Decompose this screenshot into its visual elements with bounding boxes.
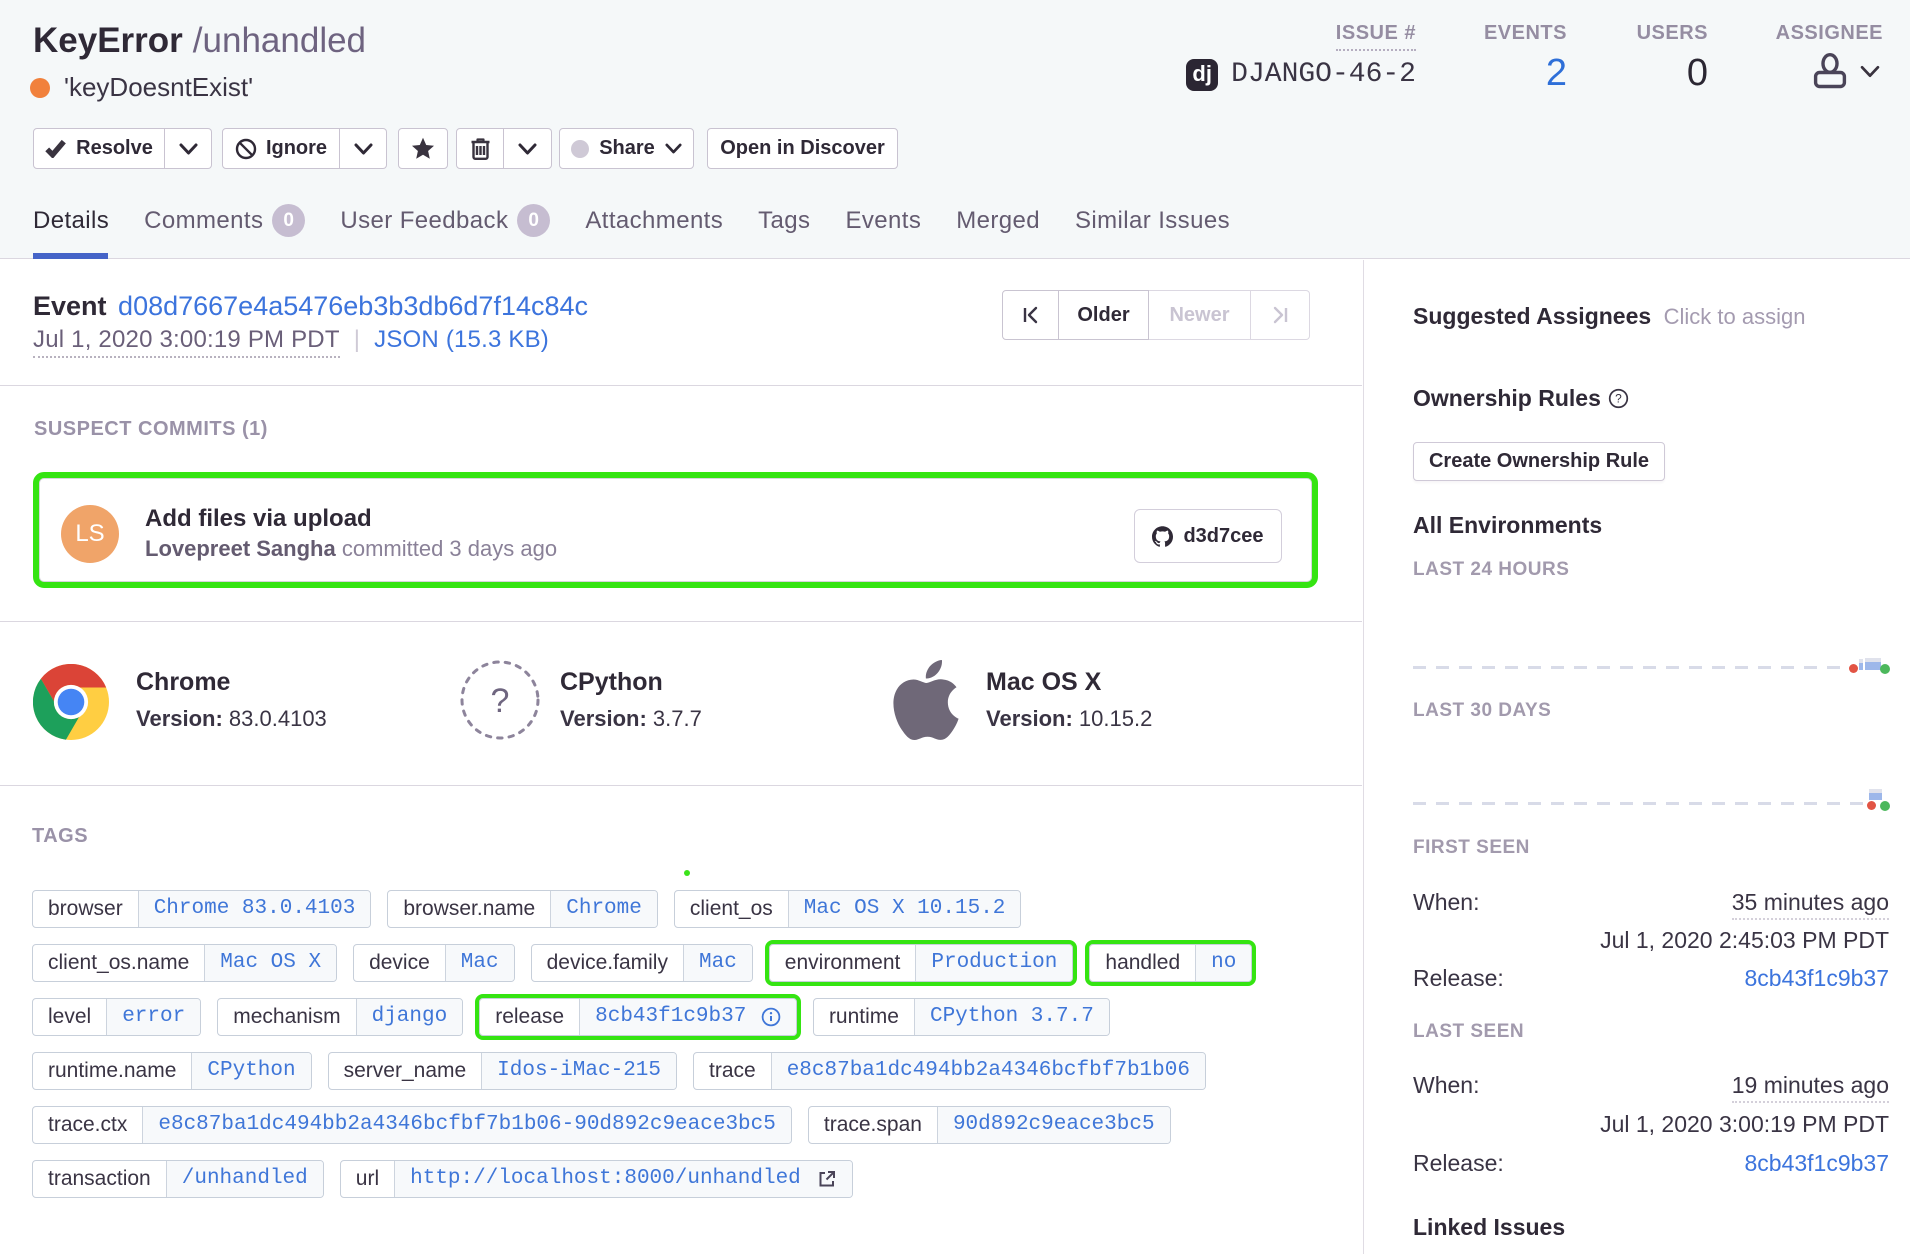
svg-text:?: ? [491,682,510,720]
svg-text:?: ? [1615,392,1622,406]
